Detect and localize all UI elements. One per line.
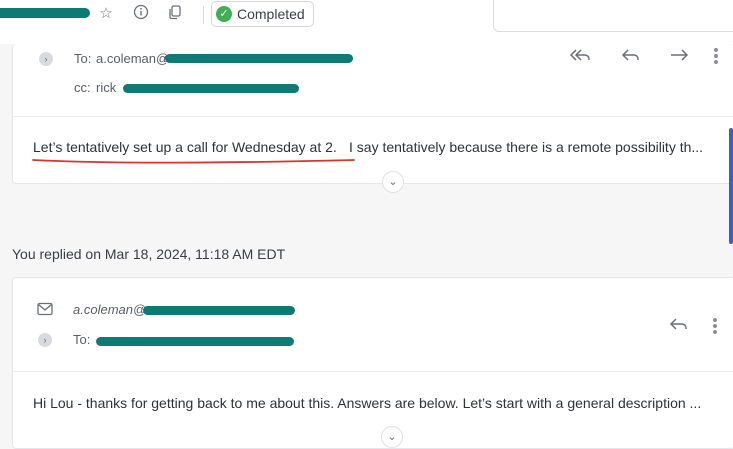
- reply-all-icon[interactable]: [568, 46, 592, 68]
- email-message: › To: a.coleman@ cc: rick • • • Let’s tent…: [12, 43, 733, 193]
- envelope-icon: [37, 302, 53, 316]
- redacted-from-address: [143, 306, 295, 315]
- expand-recipients-icon[interactable]: ›: [39, 52, 53, 66]
- expand-recipients-icon[interactable]: ›: [38, 333, 52, 347]
- cc-address: rick: [96, 80, 117, 95]
- reply-note: You replied on Mar 18, 2024, 11:18 AM ED…: [12, 246, 286, 262]
- reply-icon[interactable]: [619, 46, 643, 68]
- reply-icon[interactable]: [667, 315, 691, 337]
- show-more-chevron-icon[interactable]: ⌄: [381, 426, 403, 448]
- more-vertical-icon[interactable]: • • •: [711, 43, 721, 70]
- toolbar-divider: [203, 6, 204, 24]
- header-divider: [13, 371, 733, 372]
- redacted-to-address: [96, 337, 294, 346]
- status-label: Completed: [237, 6, 305, 22]
- from-address: a.coleman@: [73, 302, 147, 317]
- cc-label: cc:: [74, 80, 91, 95]
- message-snippet: I say tentatively because there is a rem…: [349, 139, 704, 155]
- copy-icon[interactable]: [165, 4, 185, 24]
- redacted-cc-address: [123, 84, 299, 93]
- more-vertical-icon[interactable]: • • •: [710, 313, 720, 340]
- search-input[interactable]: [493, 0, 733, 32]
- scrollbar[interactable]: [729, 128, 733, 244]
- check-icon: ✓: [216, 6, 232, 22]
- redacted-subject: [0, 8, 90, 18]
- info-icon[interactable]: [131, 4, 151, 24]
- show-more-chevron-icon[interactable]: ⌄: [382, 171, 404, 193]
- redacted-to-address: [165, 54, 353, 63]
- star-icon[interactable]: ☆: [96, 4, 116, 24]
- to-address: a.coleman@: [96, 51, 170, 66]
- handwritten-underline: [32, 159, 355, 164]
- forward-icon[interactable]: [667, 46, 691, 68]
- to-label: To:: [73, 332, 91, 347]
- status-badge[interactable]: ✓ Completed: [211, 1, 314, 27]
- header-divider: [13, 116, 733, 117]
- to-label: To:: [74, 51, 92, 66]
- conversation-toolbar: ☆ ✓ Completed: [0, 0, 733, 44]
- message-snippet: Hi Lou - thanks for getting back to me a…: [33, 395, 702, 411]
- message-snippet-highlight: Let’s tentatively set up a call for Wedn…: [33, 139, 337, 155]
